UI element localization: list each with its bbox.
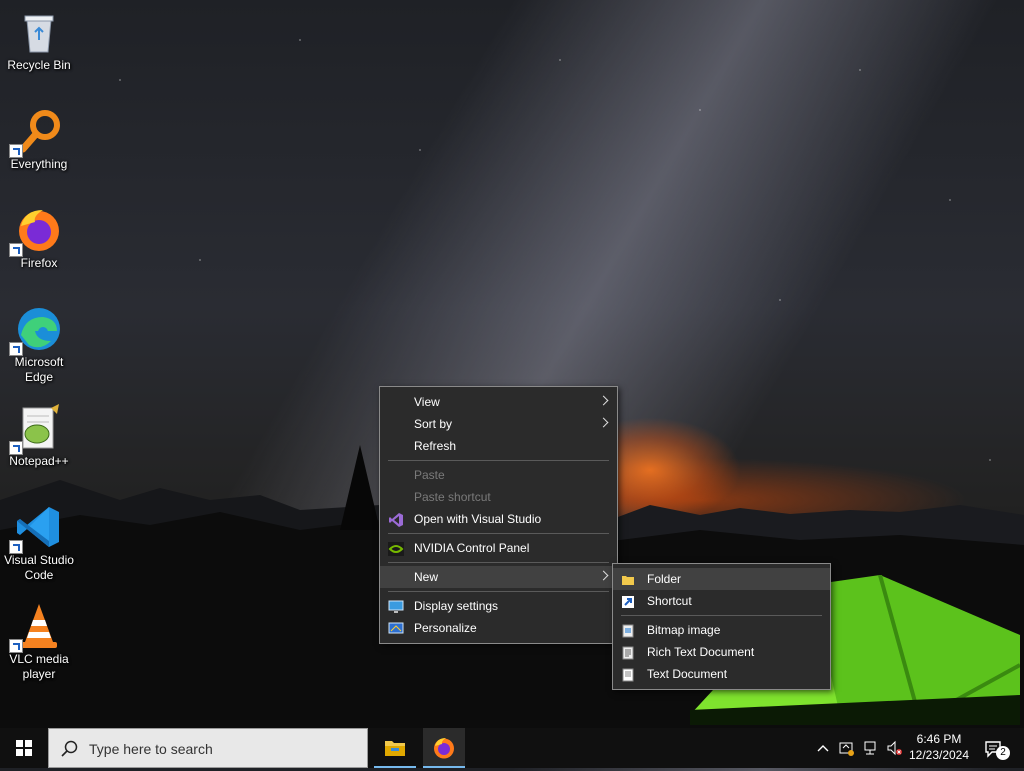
menu-separator — [388, 591, 609, 592]
clock-date: 12/23/2024 — [908, 748, 970, 762]
menu-separator — [388, 533, 609, 534]
search-placeholder: Type here to search — [89, 741, 213, 757]
windows-logo-icon — [16, 740, 32, 756]
desktop-icon-label: VLC media player — [9, 652, 69, 681]
monitor-icon — [388, 599, 404, 613]
menu-item-label: Refresh — [414, 439, 457, 453]
shortcut-arrow-icon — [9, 540, 23, 554]
shortcut-arrow-icon — [9, 639, 23, 653]
network-icon[interactable] — [862, 740, 878, 756]
notepad-plus-plus-icon — [9, 404, 63, 455]
text-file-icon — [621, 667, 635, 682]
recycle-bin-icon — [15, 8, 63, 56]
menu-item-view[interactable]: View — [380, 391, 617, 413]
submenu-item-bitmap[interactable]: Bitmap image — [613, 619, 830, 641]
menu-item-label: Display settings — [414, 599, 499, 613]
desktop-context-menu: View Sort by Refresh Paste Paste shortcu… — [379, 386, 618, 644]
search-icon — [61, 740, 78, 757]
menu-separator — [621, 615, 822, 616]
menu-item-sort-by[interactable]: Sort by — [380, 413, 617, 435]
nvidia-icon — [388, 541, 404, 556]
menu-separator — [388, 460, 609, 461]
menu-item-paste-shortcut[interactable]: Paste shortcut — [380, 486, 617, 508]
menu-item-display-settings[interactable]: Display settings — [380, 595, 617, 617]
menu-item-open-visual-studio[interactable]: Open with Visual Studio — [380, 508, 617, 530]
rich-text-file-icon — [621, 645, 635, 660]
submenu-item-label: Text Document — [647, 667, 728, 681]
menu-separator — [388, 562, 609, 563]
desktop-icon-edge[interactable]: Microsoft Edge — [2, 305, 76, 385]
submenu-item-folder[interactable]: Folder — [613, 568, 830, 590]
notification-count-badge: 2 — [996, 746, 1010, 760]
taskbar-clock[interactable]: 6:46 PM 12/23/2024 — [904, 731, 974, 763]
desktop-icon-label: Microsoft Edge — [14, 355, 64, 384]
chevron-up-icon[interactable] — [815, 740, 831, 756]
taskbar-app-file-explorer[interactable] — [374, 728, 416, 768]
chevron-right-icon — [598, 395, 609, 406]
menu-item-label: View — [414, 395, 440, 409]
desktop-icon-firefox[interactable]: Firefox — [2, 206, 76, 271]
taskbar: Type here to search 6:46 PM 12/23/2024 2 — [0, 728, 1024, 768]
menu-item-label: Open with Visual Studio — [414, 512, 542, 526]
submenu-item-rich-text[interactable]: Rich Text Document — [613, 641, 830, 663]
action-center-button[interactable]: 2 — [980, 728, 1024, 768]
desktop-icon-notepadpp[interactable]: Notepad++ — [2, 404, 76, 469]
vscode-icon — [9, 503, 63, 554]
chevron-right-icon — [598, 417, 609, 428]
folder-icon — [621, 572, 635, 586]
menu-item-label: Sort by — [414, 417, 453, 431]
submenu-item-label: Folder — [647, 572, 682, 586]
desktop-icon-label: Recycle Bin — [7, 58, 71, 72]
start-button[interactable] — [0, 728, 48, 768]
desktop-icon-label: Everything — [10, 157, 68, 171]
edge-icon — [9, 305, 63, 356]
desktop-icon-label: Notepad++ — [9, 454, 69, 468]
menu-item-label: Paste shortcut — [414, 490, 491, 504]
volume-muted-icon[interactable] — [886, 740, 902, 756]
shortcut-arrow-icon — [9, 342, 23, 356]
submenu-item-label: Bitmap image — [647, 623, 721, 637]
vlc-cone-icon — [9, 602, 63, 653]
menu-item-new[interactable]: New — [380, 566, 617, 588]
firefox-icon — [9, 206, 63, 257]
bitmap-file-icon — [621, 623, 635, 638]
desktop-icon-label: Visual Studio Code — [4, 553, 74, 582]
new-submenu: Folder Shortcut Bitmap image Rich Text D… — [612, 563, 831, 690]
menu-item-refresh[interactable]: Refresh — [380, 435, 617, 457]
menu-item-personalize[interactable]: Personalize — [380, 617, 617, 639]
shortcut-arrow-icon — [9, 144, 23, 158]
menu-item-paste[interactable]: Paste — [380, 464, 617, 486]
magnifier-icon — [9, 107, 63, 158]
taskbar-search-box[interactable]: Type here to search — [48, 728, 368, 768]
security-alert-icon[interactable] — [838, 740, 854, 756]
menu-item-label: New — [414, 570, 439, 584]
menu-item-label: Paste — [414, 468, 445, 482]
desktop-icon-everything[interactable]: Everything — [2, 107, 76, 172]
submenu-item-label: Rich Text Document — [647, 645, 755, 659]
firefox-icon — [434, 738, 454, 759]
personalize-icon — [388, 621, 404, 635]
desktop-icon-vscode[interactable]: Visual Studio Code — [2, 503, 76, 583]
shortcut-icon — [621, 594, 635, 608]
submenu-item-text-document[interactable]: Text Document — [613, 663, 830, 685]
file-explorer-icon — [385, 741, 405, 756]
menu-item-label: Personalize — [414, 621, 477, 635]
menu-item-label: NVIDIA Control Panel — [414, 541, 530, 555]
menu-item-nvidia[interactable]: NVIDIA Control Panel — [380, 537, 617, 559]
submenu-item-shortcut[interactable]: Shortcut — [613, 590, 830, 612]
taskbar-app-firefox[interactable] — [423, 728, 465, 768]
desktop-icon-recycle-bin[interactable]: Recycle Bin — [2, 8, 76, 73]
shortcut-arrow-icon — [9, 441, 23, 455]
desktop-icon-vlc[interactable]: VLC media player — [2, 602, 76, 682]
submenu-item-label: Shortcut — [647, 594, 692, 608]
desktop-icon-label: Firefox — [20, 256, 58, 270]
clock-time: 6:46 PM — [916, 732, 962, 746]
chevron-right-icon — [598, 570, 609, 581]
shortcut-arrow-icon — [9, 243, 23, 257]
visual-studio-icon — [388, 512, 403, 527]
